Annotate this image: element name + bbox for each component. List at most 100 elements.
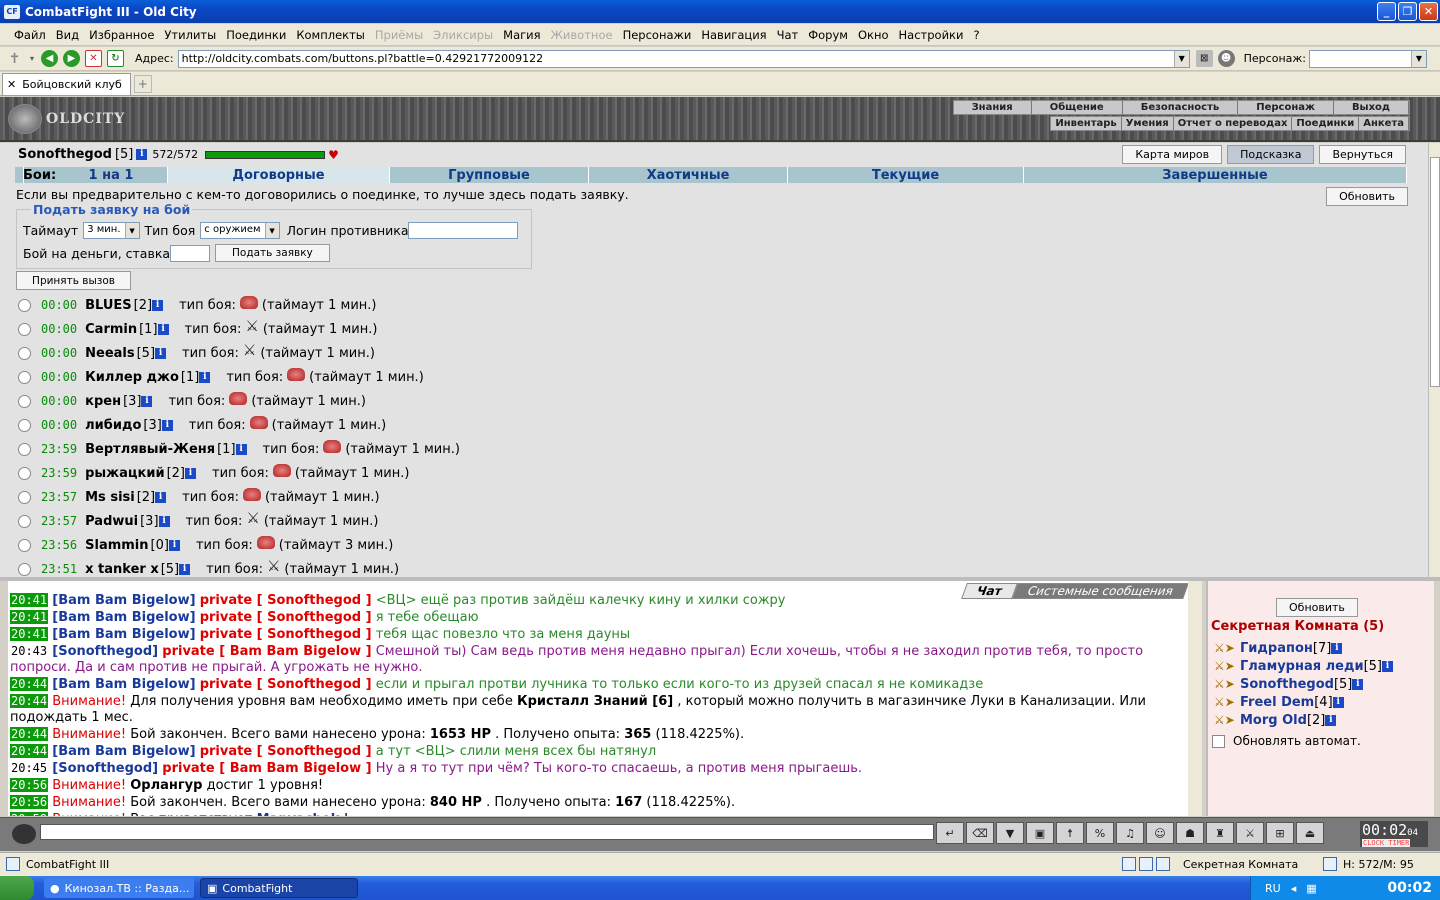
refresh-icon[interactable]: ↻: [107, 50, 124, 67]
exit-icon[interactable]: ⏏: [1296, 822, 1324, 844]
battle-tab[interactable]: Групповые: [390, 167, 589, 183]
nav-link[interactable]: Общение: [1032, 101, 1123, 114]
menu-item[interactable]: Поединки: [226, 28, 286, 42]
nav-link[interactable]: Знания: [954, 101, 1032, 114]
fight-invite-icon[interactable]: ⚔➤: [1214, 713, 1236, 727]
message-author[interactable]: [Sonofthegod]: [52, 644, 158, 659]
info-icon[interactable]: i: [168, 539, 180, 551]
application-radio[interactable]: [18, 466, 31, 480]
scroll-thumb[interactable]: [1430, 157, 1440, 387]
fight-invite-icon[interactable]: ⚔➤: [1214, 641, 1236, 655]
chat-tab[interactable]: Системные сообщения: [1012, 583, 1189, 599]
battle-tab[interactable]: Договорные: [168, 167, 390, 183]
info-icon[interactable]: i: [235, 443, 247, 455]
new-tab-icon[interactable]: +: [133, 75, 152, 93]
application-radio[interactable]: [18, 322, 31, 336]
timeout-select[interactable]: 3 мин. ▼: [83, 222, 140, 239]
nav-link[interactable]: Инвентарь: [1051, 117, 1122, 130]
opponent-input[interactable]: [408, 222, 519, 239]
volume-icon[interactable]: ◂: [1291, 882, 1297, 895]
menu-item[interactable]: Форум: [808, 28, 848, 42]
address-input[interactable]: http://oldcity.combats.com/buttons.pl?ba…: [177, 49, 1190, 68]
menu-item[interactable]: Магия: [503, 28, 540, 42]
room-user-nick[interactable]: Гидрапон: [1240, 641, 1313, 656]
send-icon[interactable]: ↵: [936, 822, 964, 844]
users-icon[interactable]: ☻: [1217, 50, 1235, 67]
info-icon[interactable]: i: [155, 491, 167, 503]
menu-item[interactable]: Комплекты: [296, 28, 365, 42]
message-author[interactable]: [Bam Bam Bigelow]: [52, 744, 195, 759]
address-dropdown-icon[interactable]: ▼: [1173, 50, 1189, 67]
nav-link[interactable]: Отчет о переводах: [1174, 117, 1293, 130]
stop-icon[interactable]: ✕: [85, 50, 102, 67]
person-select[interactable]: ▼: [1309, 49, 1427, 68]
task-combatfight[interactable]: ▣ CombatFight: [200, 878, 358, 898]
info-icon[interactable]: i: [185, 467, 196, 479]
top-button[interactable]: Подсказка: [1227, 145, 1315, 164]
message-private[interactable]: private [ Sonofthegod ]: [200, 593, 372, 608]
message-part[interactable]: Manyachok: [257, 812, 340, 816]
minimize-button[interactable]: _: [1377, 2, 1396, 21]
nav-link[interactable]: Анкета: [1359, 117, 1409, 130]
chevron-down-icon[interactable]: ▾: [28, 50, 36, 67]
bag-icon[interactable]: ♜: [1206, 822, 1234, 844]
application-nick[interactable]: Киллер джо: [85, 370, 179, 385]
application-nick[interactable]: Ms sisi: [85, 490, 135, 505]
top-button[interactable]: Карта миров: [1122, 145, 1223, 164]
application-nick[interactable]: Neeals: [85, 346, 134, 361]
start-button[interactable]: [0, 876, 34, 900]
application-radio[interactable]: [18, 394, 31, 408]
message-author[interactable]: [Sonofthegod]: [52, 761, 158, 776]
pin-icon[interactable]: ✝: [6, 50, 23, 67]
save-icon[interactable]: ▣: [1026, 822, 1054, 844]
info-icon[interactable]: i: [157, 323, 169, 335]
menu-item[interactable]: ?: [973, 28, 979, 42]
nav-link[interactable]: Безопасность: [1123, 101, 1239, 114]
battle-tab[interactable]: Текущие: [788, 167, 1024, 183]
type-select[interactable]: с оружием ▼: [200, 222, 280, 239]
chat-input[interactable]: [40, 824, 934, 840]
room-refresh-button[interactable]: Обновить: [1276, 598, 1358, 617]
application-radio[interactable]: [18, 442, 31, 456]
refresh-button[interactable]: Обновить: [1326, 187, 1408, 206]
info-icon[interactable]: i: [1325, 714, 1337, 726]
message-private[interactable]: private [ Sonofthegod ]: [200, 610, 372, 625]
chat-tab[interactable]: Чат: [961, 583, 1018, 599]
message-author[interactable]: [Bam Bam Bigelow]: [52, 677, 195, 692]
application-nick[interactable]: рыжацкий: [85, 466, 164, 481]
info-icon[interactable]: i: [1331, 642, 1343, 654]
content-scrollbar[interactable]: [1428, 143, 1440, 577]
room-user-nick[interactable]: Sonofthegod: [1240, 677, 1334, 692]
tab-fight-club[interactable]: ✕ Бойцовский клуб: [2, 73, 131, 95]
application-nick[interactable]: BLUES: [85, 298, 132, 313]
message-private[interactable]: private [ Sonofthegod ]: [200, 677, 372, 692]
info-icon[interactable]: i: [1332, 696, 1344, 708]
menu-item[interactable]: Чат: [777, 28, 799, 42]
person-dropdown-icon[interactable]: ▼: [1411, 50, 1426, 67]
settings-status-icon[interactable]: [1156, 857, 1170, 871]
top-button[interactable]: Вернуться: [1319, 145, 1406, 164]
menu-item[interactable]: Персонажи: [623, 28, 692, 42]
message-author[interactable]: [Bam Bam Bigelow]: [52, 610, 195, 625]
application-radio[interactable]: [18, 490, 31, 504]
list-status-icon[interactable]: [1139, 857, 1153, 871]
info-icon[interactable]: i: [1352, 678, 1364, 690]
application-nick[interactable]: x tanker x: [85, 562, 159, 577]
fight-icon[interactable]: ⚔: [1236, 822, 1264, 844]
message-private[interactable]: private [ Sonofthegod ]: [200, 627, 372, 642]
submit-application-button[interactable]: Подать заявку: [215, 244, 330, 262]
nav-link[interactable]: Выход: [1334, 101, 1409, 114]
spy-icon[interactable]: ☗: [1176, 822, 1204, 844]
room-user-nick[interactable]: Гламурная леди: [1240, 659, 1364, 674]
message-author[interactable]: [Bam Bam Bigelow]: [52, 627, 195, 642]
accept-challenge-button[interactable]: Принять вызов: [16, 271, 131, 290]
battle-tab[interactable]: Завершенные: [1024, 167, 1407, 183]
refresh-status-icon[interactable]: [1122, 857, 1136, 871]
maximize-button[interactable]: ❐: [1398, 2, 1417, 21]
task-browser[interactable]: ● Кинозал.ТВ :: Разда...: [44, 878, 194, 898]
info-icon[interactable]: i: [158, 515, 170, 527]
menu-item[interactable]: Навигация: [701, 28, 766, 42]
chat-scrollbar[interactable]: [1188, 581, 1202, 816]
sync-status-icon[interactable]: [1323, 857, 1337, 871]
info-icon[interactable]: i: [141, 395, 153, 407]
